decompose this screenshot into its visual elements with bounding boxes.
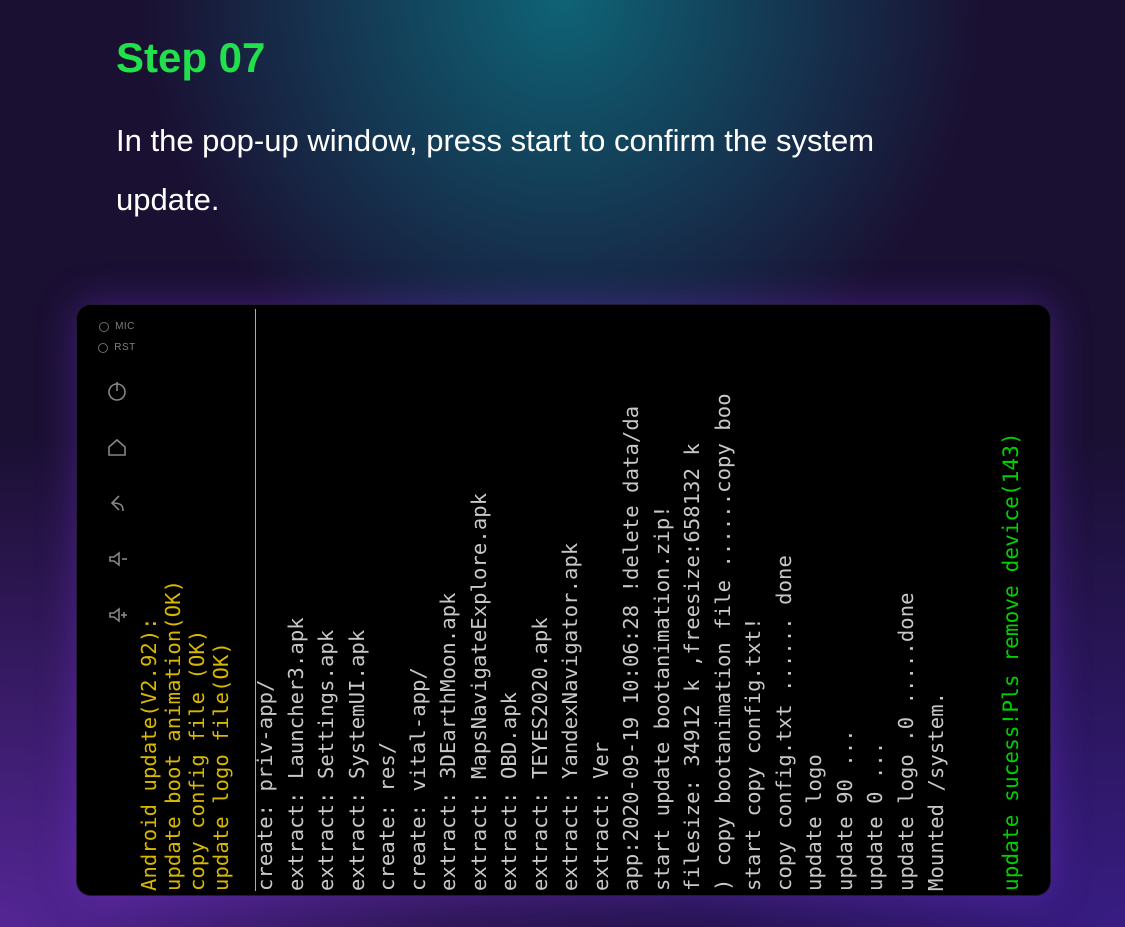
volume-down-icon[interactable] <box>81 531 153 587</box>
console-line: filesize: 34912 k ,freesize:658132 k <box>680 443 704 891</box>
step-title: Step 07 <box>116 34 1125 82</box>
header-line: update boot animation(OK) <box>161 580 185 891</box>
header-line: update logo file(OK) <box>209 642 233 891</box>
console-line: update 0 ... <box>863 742 887 891</box>
console-line: extract: Settings.apk <box>314 630 338 891</box>
console-line: app:2020-09-19 10:06:28 !delete data/da <box>619 406 643 891</box>
console-line: start update bootanimation.zip! <box>650 505 674 891</box>
power-icon[interactable] <box>81 363 153 419</box>
console-line: extract: 3DEarthMoon.apk <box>436 592 460 891</box>
console-line: create: res/ <box>375 742 399 891</box>
console-line: extract: MapsNavigateExplore.apk <box>467 493 491 891</box>
mic-label: MIC <box>99 321 135 332</box>
header-line: Android update(V2.92): <box>137 617 161 891</box>
device-frame: MIC RST Android update(V2.92):update boo… <box>77 305 1050 895</box>
console-output: Android update(V2.92):update boot animat… <box>153 309 1046 891</box>
console-line: create: vital-app/ <box>406 667 430 891</box>
console-line: extract: SystemUI.apk <box>345 630 369 891</box>
console-line: update logo <box>802 754 826 891</box>
home-icon[interactable] <box>81 419 153 475</box>
console-line: extract: Launcher3.apk <box>284 617 308 891</box>
console-line: update logo .0 .....done <box>894 592 918 891</box>
console-line: extract: TEYES2020.apk <box>528 617 552 891</box>
back-icon[interactable] <box>81 475 153 531</box>
step-description: In the pop-up window, press start to con… <box>116 112 956 230</box>
console-line: extract: OBD.apk <box>497 692 521 891</box>
header-line: copy config file (OK) <box>185 630 209 891</box>
success-line: update sucess!Pls remove device(143) <box>999 432 1023 891</box>
console-line: extract: YandexNavigator.apk <box>558 543 582 891</box>
console-line: extract: Ver <box>589 742 613 891</box>
console-line: update 90 ... <box>833 729 857 891</box>
console-line: copy config.txt ...... done <box>772 555 796 891</box>
console-line: ) copy bootanimation file ......copy boo <box>711 393 735 891</box>
console-line: Mounted /system. <box>924 692 948 891</box>
console-line: create: priv-app/ <box>253 679 277 891</box>
rst-label: RST <box>98 342 136 353</box>
device-screen: MIC RST Android update(V2.92):update boo… <box>81 309 1046 891</box>
console-line: start copy config.txt! <box>741 617 765 891</box>
